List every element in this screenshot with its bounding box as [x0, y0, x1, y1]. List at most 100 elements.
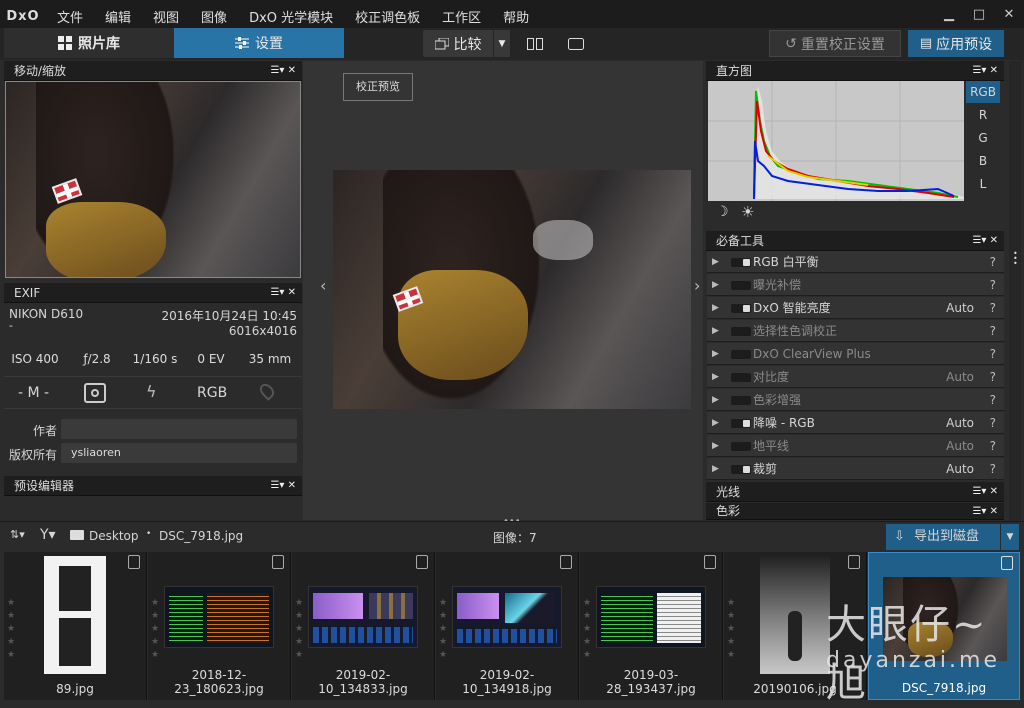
tool-label: 地平线	[753, 439, 790, 453]
compare-button[interactable]: 比较	[423, 30, 493, 57]
menu-optics[interactable]: DxO 光学模块	[238, 7, 344, 26]
color-title: 色彩	[716, 504, 741, 518]
tool-row-white-balance[interactable]: ▶ RGB 白平衡?	[707, 251, 1004, 273]
menu-help[interactable]: 帮助	[492, 7, 540, 26]
apply-preset-button[interactable]: ▤ 应用预设	[908, 30, 1004, 57]
tab-library-label: 照片库	[78, 36, 120, 52]
menu-edit[interactable]: 编辑	[94, 7, 142, 26]
tool-row-contrast[interactable]: ▶ 对比度 Auto?	[707, 366, 1004, 388]
panel-menu-icon[interactable]: ☰▾ ✕	[972, 61, 998, 81]
tool-toggle[interactable]	[731, 258, 751, 267]
tool-row-noise-reduction[interactable]: ▶ 降噪 - RGB Auto?	[707, 412, 1004, 434]
tool-toggle[interactable]	[731, 419, 751, 428]
thumbnail-item[interactable]: ★ ★ ★ ★ ★ 2019-02-10_134833.jpg	[292, 552, 435, 700]
help-icon[interactable]: ?	[990, 274, 996, 296]
filter-icon[interactable]: Y▾	[40, 527, 56, 543]
main-image[interactable]	[333, 170, 691, 409]
histogram-channel-g[interactable]: G	[966, 128, 1000, 148]
light-panel-header[interactable]: 光线 ☰▾ ✕	[706, 482, 1004, 502]
rating-stars[interactable]: ★ ★ ★ ★ ★	[727, 597, 737, 662]
help-icon[interactable]: ?	[990, 343, 996, 365]
rating-stars[interactable]: ★ ★ ★ ★ ★	[151, 597, 161, 662]
tool-row-crop[interactable]: ▶ 裁剪 Auto?	[707, 458, 1004, 480]
rating-stars[interactable]: ★ ★ ★ ★ ★	[439, 597, 449, 662]
moon-icon[interactable]: ☽	[716, 204, 729, 220]
thumbnail-item[interactable]: ★ ★ ★ ★ ★ 2019-02-10_134918.jpg	[436, 552, 579, 700]
fullscreen-button[interactable]	[562, 30, 590, 57]
prev-image-arrow[interactable]: ‹	[320, 276, 326, 295]
help-icon[interactable]: ?	[990, 297, 996, 319]
menu-file[interactable]: 文件	[46, 7, 94, 26]
tab-settings[interactable]: 设置	[174, 28, 344, 58]
tool-toggle[interactable]	[731, 281, 751, 290]
image-dimensions: 6016x4016	[228, 324, 297, 338]
main-toolbar: 照片库 设置 比较 ▼ ↺ 重置校正设置 ▤ 应用预设	[0, 28, 1024, 60]
tool-toggle[interactable]	[731, 350, 751, 359]
sort-icon[interactable]: ⇅▾	[10, 528, 25, 541]
panel-menu-icon[interactable]: ☰▾ ✕	[270, 476, 296, 496]
path-folder[interactable]: Desktop	[89, 529, 139, 543]
navigator-thumbnail[interactable]	[5, 81, 301, 278]
thumbnail-image	[452, 586, 562, 648]
reset-corrections-button[interactable]: ↺ 重置校正设置	[769, 30, 901, 57]
rating-stars[interactable]: ★ ★ ★ ★ ★	[7, 597, 17, 662]
menu-view[interactable]: 视图	[142, 7, 190, 26]
next-image-arrow[interactable]: ›	[694, 276, 700, 295]
help-icon[interactable]: ?	[990, 366, 996, 388]
help-icon[interactable]: ?	[990, 389, 996, 411]
histogram-channel-b[interactable]: B	[966, 151, 1000, 171]
tool-toggle[interactable]	[731, 442, 751, 451]
rating-stars[interactable]: ★ ★ ★ ★ ★	[583, 597, 593, 662]
menu-workspace[interactable]: 工作区	[431, 7, 492, 26]
tool-row-vibrancy[interactable]: ▶ 色彩增强?	[707, 389, 1004, 411]
gps-icon	[257, 381, 277, 401]
tool-row-clearview[interactable]: ▶ DxO ClearView Plus?	[707, 343, 1004, 365]
tool-toggle[interactable]	[731, 327, 751, 336]
export-dropdown-button[interactable]: ▼	[1001, 524, 1019, 550]
help-icon[interactable]: ?	[990, 412, 996, 434]
right-scrollbar[interactable]: • • •	[1009, 61, 1021, 521]
thumbnail-item[interactable]: ★ ★ ★ ★ ★ 89.jpg	[4, 552, 147, 700]
lock-icon	[416, 555, 428, 569]
sun-icon[interactable]: ☀	[741, 203, 754, 221]
exif-panel-header: EXIF ☰▾ ✕	[4, 283, 302, 303]
split-view-button[interactable]	[521, 30, 549, 57]
menu-palettes[interactable]: 校正调色板	[344, 7, 431, 26]
correction-preview-button[interactable]: 校正预览	[343, 73, 413, 101]
light-title: 光线	[716, 485, 741, 499]
preset-editor-panel-header[interactable]: 预设编辑器 ☰▾ ✕	[4, 476, 302, 496]
export-to-disk-button[interactable]: ⇩ 导出到磁盘	[886, 524, 1000, 550]
tool-toggle[interactable]	[731, 304, 751, 313]
tool-row-horizon[interactable]: ▶ 地平线 Auto?	[707, 435, 1004, 457]
thumbnail-item[interactable]: ★ ★ ★ ★ ★ 2019-03-28_193437.jpg	[580, 552, 723, 700]
tool-toggle[interactable]	[731, 465, 751, 474]
panel-menu-icon[interactable]: ☰▾ ✕	[972, 482, 998, 502]
panel-menu-icon[interactable]: ☰▾ ✕	[270, 283, 296, 303]
histogram-channel-r[interactable]: R	[966, 105, 1000, 125]
author-field[interactable]	[61, 419, 297, 439]
help-icon[interactable]: ?	[990, 435, 996, 457]
compare-dropdown-button[interactable]: ▼	[494, 30, 510, 57]
image-viewer[interactable]: 校正预览 ‹ › •••	[303, 61, 703, 527]
tool-row-smart-lighting[interactable]: ▶ DxO 智能亮度 Auto?	[707, 297, 1004, 319]
tool-toggle[interactable]	[731, 396, 751, 405]
tab-library[interactable]: 照片库	[4, 28, 174, 58]
panel-menu-icon[interactable]: ☰▾ ✕	[972, 503, 998, 520]
tool-row-selective-tone[interactable]: ▶ 选择性色调校正?	[707, 320, 1004, 342]
lock-icon	[1001, 556, 1013, 570]
tool-row-exposure[interactable]: ▶ 曝光补偿?	[707, 274, 1004, 296]
tool-toggle[interactable]	[731, 373, 751, 382]
menu-image[interactable]: 图像	[190, 7, 238, 26]
help-icon[interactable]: ?	[990, 251, 996, 273]
histogram-channel-l[interactable]: L	[966, 174, 1000, 194]
help-icon[interactable]: ?	[990, 320, 996, 342]
histogram-channel-rgb[interactable]: RGB	[966, 81, 1000, 103]
thumbnail-item[interactable]: ★ ★ ★ ★ ★ 2018-12-23_180623.jpg	[148, 552, 291, 700]
panel-menu-icon[interactable]: ☰▾ ✕	[972, 231, 998, 251]
color-panel-header[interactable]: 色彩 ☰▾ ✕	[706, 503, 1004, 520]
rating-stars[interactable]: ★ ★ ★ ★ ★	[295, 597, 305, 662]
help-icon[interactable]: ?	[990, 458, 996, 480]
copyright-field[interactable]: ysliaoren	[61, 443, 297, 463]
panel-menu-icon[interactable]: ☰▾ ✕	[270, 61, 296, 81]
tool-value: Auto	[946, 462, 974, 476]
